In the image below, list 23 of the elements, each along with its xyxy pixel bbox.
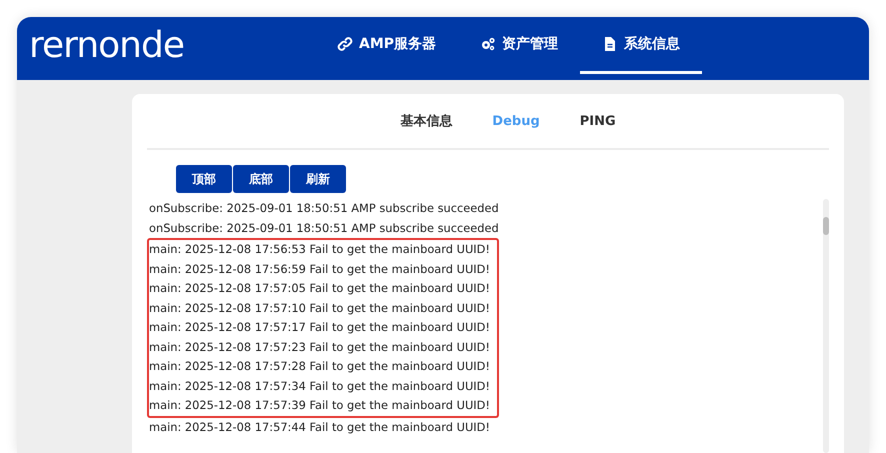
log-line: main: 2025-12-08 17:56:59 Fail to get the mainboard UUID! <box>147 260 499 279</box>
nav-tab[interactable]: 系统信息 <box>580 17 702 74</box>
log-line: main: 2025-12-08 17:57:34 Fail to get the mainboard UUID! <box>147 376 499 396</box>
log-line: main: 2025-12-08 17:57:05 Fail to get the mainboard UUID! <box>147 279 499 298</box>
log-line: onSubscribe: 2025-09-01 18:50:51 AMP subscribe succeeded <box>148 200 499 217</box>
link-icon <box>337 36 353 52</box>
log-line: main: 2025-12-08 17:57:23 Fail to get the mainboard UUID! <box>147 338 499 357</box>
log-line: main: 2025-12-08 17:57:28 Fail to get the mainboard UUID! <box>147 357 499 376</box>
log-line: main: 2025-12-08 17:57:44 Fail to get the mainboard UUID! <box>148 418 491 436</box>
nav-tab[interactable]: AMP服务器 <box>315 17 458 74</box>
log-line: onSubscribe: 2025-09-01 18:50:51 AMP subscribe succeeded <box>148 220 499 236</box>
tab[interactable]: 基本信息 <box>400 112 452 130</box>
action-button[interactable]: 顶部 <box>176 165 232 193</box>
gears-icon <box>480 36 496 52</box>
nav-tab[interactable]: 资产管理 <box>458 17 580 74</box>
log-line: main: 2025-12-08 17:57:10 Fail to get the mainboard UUID! <box>147 298 499 318</box>
log-line: main: 2025-12-08 17:57:17 Fail to get the mainboard UUID! <box>147 318 499 338</box>
tab[interactable]: PING <box>580 114 616 128</box>
log-line: main: 2025-12-08 17:56:53 Fail to get the mainboard UUID! <box>147 238 499 260</box>
logo: rernonde <box>29 28 185 64</box>
log-line: main: 2025-12-08 17:57:39 Fail to get the mainboard UUID! <box>147 396 499 418</box>
action-button[interactable]: 底部 <box>233 165 289 193</box>
action-button[interactable]: 刷新 <box>290 165 346 193</box>
